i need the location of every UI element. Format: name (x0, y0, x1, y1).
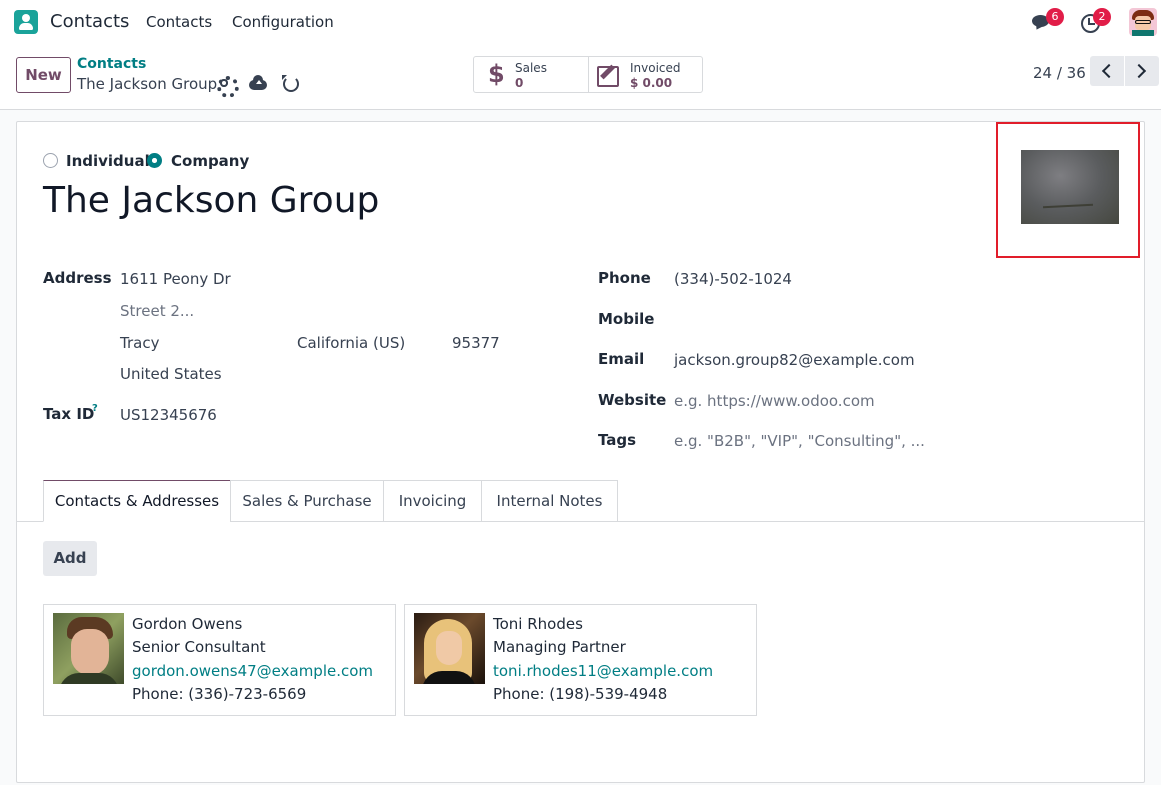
tab-internal-notes[interactable]: Internal Notes (481, 480, 618, 522)
contacts-app-icon[interactable] (14, 10, 38, 34)
tax-id-label: Tax ID (43, 405, 95, 423)
pager-next-button[interactable] (1125, 56, 1159, 86)
pager-value[interactable]: 24 / 36 (1033, 64, 1086, 82)
tab-invoicing[interactable]: Invoicing (383, 480, 482, 522)
contact-name: Toni Rhodes (493, 615, 583, 633)
breadcrumb-current: The Jackson Group (77, 75, 218, 93)
tax-id-field[interactable]: US12345676 (120, 406, 217, 424)
menu-configuration[interactable]: Configuration (232, 13, 334, 31)
email-field[interactable]: jackson.group82@example.com (674, 351, 915, 369)
contact-role: Senior Consultant (132, 638, 266, 656)
edit-icon (597, 64, 619, 87)
contact-avatar (53, 613, 124, 684)
messages-badge: 6 (1046, 8, 1064, 26)
sales-value: 0 (515, 76, 524, 90)
add-contact-button[interactable]: Add (43, 541, 97, 576)
invoiced-smart-button[interactable]: Invoiced $ 0.00 (588, 56, 703, 93)
mobile-label: Mobile (598, 310, 655, 328)
state-field[interactable]: California (US) (297, 334, 405, 352)
contact-avatar (414, 613, 485, 684)
street-field[interactable]: 1611 Peony Dr (120, 270, 231, 288)
help-icon[interactable]: ? (92, 403, 98, 414)
phone-label: Phone (598, 269, 651, 287)
contact-email-link[interactable]: gordon.owens47@example.com (132, 662, 373, 680)
invoiced-value: $ 0.00 (630, 76, 673, 90)
company-radio[interactable] (147, 153, 162, 168)
pager-previous-button[interactable] (1090, 56, 1124, 86)
chevron-left-icon (1101, 63, 1117, 79)
website-field[interactable]: e.g. https://www.odoo.com (674, 392, 875, 410)
address-label: Address (43, 269, 112, 287)
gear-icon[interactable] (216, 75, 239, 98)
mobile-field[interactable] (674, 310, 914, 330)
tab-contacts-addresses[interactable]: Contacts & Addresses (43, 480, 231, 522)
cloud-upload-icon[interactable] (249, 75, 267, 91)
breadcrumb-parent[interactable]: Contacts (77, 56, 146, 72)
undo-icon[interactable] (282, 75, 299, 92)
dollar-icon: $ (488, 60, 505, 88)
company-name-field[interactable]: The Jackson Group (43, 180, 379, 221)
website-label: Website (598, 391, 667, 409)
menu-contacts[interactable]: Contacts (146, 13, 212, 31)
highlight-box (996, 122, 1140, 258)
sales-smart-button[interactable]: $ Sales 0 (473, 56, 589, 93)
activities-badge: 2 (1093, 8, 1111, 26)
individual-label[interactable]: Individual (66, 152, 150, 170)
contact-name: Gordon Owens (132, 615, 243, 633)
top-navbar: Contacts Contacts Configuration 6 2 (0, 0, 1161, 44)
contact-email-link[interactable]: toni.rhodes11@example.com (493, 662, 713, 680)
individual-radio[interactable] (43, 153, 58, 168)
email-label: Email (598, 350, 645, 368)
city-field[interactable]: Tracy (120, 334, 159, 352)
contact-phone: Phone: (198)-539-4948 (493, 685, 668, 703)
country-field[interactable]: United States (120, 365, 222, 383)
chevron-right-icon (1131, 63, 1147, 79)
contact-card[interactable]: Gordon Owens Senior Consultant gordon.ow… (43, 604, 396, 716)
company-image[interactable] (1021, 150, 1119, 224)
sales-label: Sales (515, 61, 547, 75)
tags-label: Tags (598, 431, 637, 449)
form-sheet: Individual Company The Jackson Group Add… (16, 121, 1145, 783)
company-label[interactable]: Company (171, 152, 249, 170)
app-name[interactable]: Contacts (50, 11, 129, 32)
phone-field[interactable]: (334)-502-1024 (674, 270, 792, 288)
zip-field[interactable]: 95377 (452, 334, 500, 352)
contact-phone: Phone: (336)-723-6569 (132, 685, 307, 703)
tab-sales-purchase[interactable]: Sales & Purchase (230, 480, 384, 522)
user-avatar[interactable] (1129, 8, 1157, 36)
contact-card[interactable]: Toni Rhodes Managing Partner toni.rhodes… (404, 604, 757, 716)
contact-role: Managing Partner (493, 638, 626, 656)
invoiced-label: Invoiced (630, 61, 681, 75)
street2-field[interactable]: Street 2... (120, 302, 194, 320)
control-panel: New Contacts The Jackson Group $ Sales 0… (0, 44, 1161, 110)
new-button[interactable]: New (16, 57, 71, 93)
tags-field[interactable]: e.g. "B2B", "VIP", "Consulting", ... (674, 432, 925, 450)
